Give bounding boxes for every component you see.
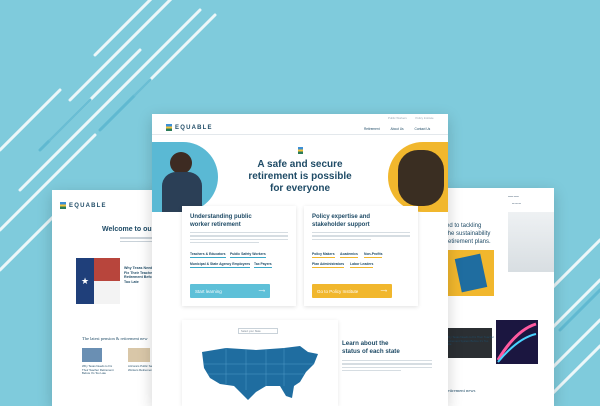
heading-line: Learn about the bbox=[342, 340, 389, 347]
brand-logo[interactable]: EQUABLE bbox=[166, 124, 213, 131]
panel-policy-institute: Policy expertise and stakeholder support… bbox=[304, 206, 418, 306]
tag-municipal-state[interactable]: Municipal & State Agency Employees bbox=[190, 262, 251, 268]
main-nav: Retirement About Us Contact Us bbox=[364, 127, 430, 131]
right-latest-heading: retirement news bbox=[446, 388, 476, 393]
heading-line: retirement plans. bbox=[446, 239, 491, 245]
panel-public-workers: Understanding public worker retirement T… bbox=[182, 206, 296, 306]
brand-logo[interactable]: EQUABLE bbox=[60, 202, 107, 209]
heading-line: ed to tackling bbox=[446, 223, 482, 229]
right-page-preview: ▬▬ ▬▬ ▬ ▬ ▬ ed to tackling the sustainab… bbox=[446, 188, 554, 406]
state-map-panel: Select your State bbox=[182, 320, 338, 406]
heading-line: status of each state bbox=[342, 348, 400, 355]
policy-institute-button[interactable]: Go to Policy Institute ⟶ bbox=[312, 284, 392, 298]
news-thumbnail bbox=[82, 348, 102, 362]
tag-academics[interactable]: Academics bbox=[340, 252, 358, 258]
tag-teachers[interactable]: Teachers & Educators bbox=[190, 252, 226, 258]
news-item-1[interactable]: Why Texas Needs to Fix Their Teacher Ret… bbox=[82, 364, 118, 376]
main-page-preview: Public Workers Policy Institute EQUABLE … bbox=[152, 114, 448, 406]
us-map[interactable] bbox=[196, 342, 324, 406]
hero-headline: A safe and secure retirement is possible… bbox=[222, 159, 378, 195]
news-thumbnail bbox=[128, 348, 150, 362]
hero-line: A safe and secure bbox=[257, 159, 343, 170]
logo-icon bbox=[60, 202, 66, 209]
logo-icon bbox=[166, 124, 172, 131]
hero-line: for everyone bbox=[269, 183, 331, 194]
left-page-latest-heading: The latest pension & retirement new bbox=[82, 336, 148, 341]
arrow-right-icon: ⟶ bbox=[380, 288, 387, 293]
heading-line: the sustainability bbox=[446, 231, 491, 237]
panel-title: Understanding public worker retirement bbox=[190, 214, 252, 229]
tag-labor-leaders[interactable]: Labor Leaders bbox=[350, 262, 374, 268]
top-link-public-workers[interactable]: Public Workers bbox=[388, 116, 407, 120]
brand-name: EQUABLE bbox=[69, 202, 107, 209]
panel-title-line: stakeholder support bbox=[312, 221, 370, 228]
map-section-heading: Learn about the status of each state bbox=[342, 340, 400, 356]
left-page-preview: EQUABLE Welcome to ou ★ Why Texas Needs … bbox=[52, 190, 164, 406]
tag-plan-administrators[interactable]: Plan Administrators bbox=[312, 262, 345, 268]
state-select-dropdown[interactable]: Select your State bbox=[238, 328, 278, 334]
tag-non-profits[interactable]: Non-Profits bbox=[364, 252, 383, 258]
nav-about-us[interactable]: About Us bbox=[390, 127, 403, 131]
arrow-right-icon: ⟶ bbox=[258, 288, 265, 293]
right-nav: ▬ ▬ ▬ bbox=[512, 202, 521, 205]
abstract-art-image bbox=[496, 320, 538, 364]
tag-public-safety[interactable]: Public Safety Workers bbox=[230, 252, 266, 258]
report-feature-block bbox=[446, 250, 494, 296]
panel-description bbox=[190, 232, 288, 244]
report-cover-image bbox=[454, 253, 488, 293]
right-hero-image bbox=[508, 212, 554, 272]
header-divider bbox=[152, 134, 448, 135]
panel-title: Policy expertise and stakeholder support bbox=[312, 214, 370, 229]
left-page-heading: Welcome to ou bbox=[102, 226, 152, 233]
tag-tax-payers[interactable]: Tax Payers bbox=[254, 262, 272, 268]
panel-title-line: Understanding public bbox=[190, 214, 252, 220]
nav-contact-us[interactable]: Contact Us bbox=[415, 127, 431, 131]
top-utility-links: Public Workers Policy Institute bbox=[388, 116, 434, 120]
panel-title-line: Policy expertise and bbox=[312, 214, 371, 220]
brand-name: EQUABLE bbox=[175, 124, 213, 131]
start-learning-button[interactable]: Start learning ⟶ bbox=[190, 284, 270, 298]
nav-retirement[interactable]: Retirement bbox=[364, 127, 380, 131]
hero-photo-right bbox=[388, 142, 448, 212]
texas-flag-image: ★ bbox=[76, 258, 120, 304]
right-page-heading: ed to tackling the sustainability retire… bbox=[446, 222, 506, 246]
map-section-description bbox=[342, 360, 432, 372]
hero-line: retirement is possible bbox=[248, 171, 352, 182]
panel-title-line: worker retirement bbox=[190, 221, 241, 228]
button-label: Go to Policy Institute bbox=[317, 288, 359, 294]
tag-policy-makers[interactable]: Policy Makers bbox=[312, 252, 335, 258]
right-top-links: ▬▬ ▬▬ bbox=[508, 195, 519, 198]
hero-logo-icon bbox=[298, 147, 303, 154]
button-label: Start learning bbox=[195, 288, 222, 294]
hero-photo-left bbox=[152, 142, 218, 212]
select-label: Select your State bbox=[241, 330, 261, 333]
right-news-title[interactable]: Why Texas Needs to Fix Their Teacher Ret… bbox=[446, 335, 494, 347]
top-link-policy-institute[interactable]: Policy Institute bbox=[416, 116, 434, 120]
panel-description bbox=[312, 232, 410, 240]
